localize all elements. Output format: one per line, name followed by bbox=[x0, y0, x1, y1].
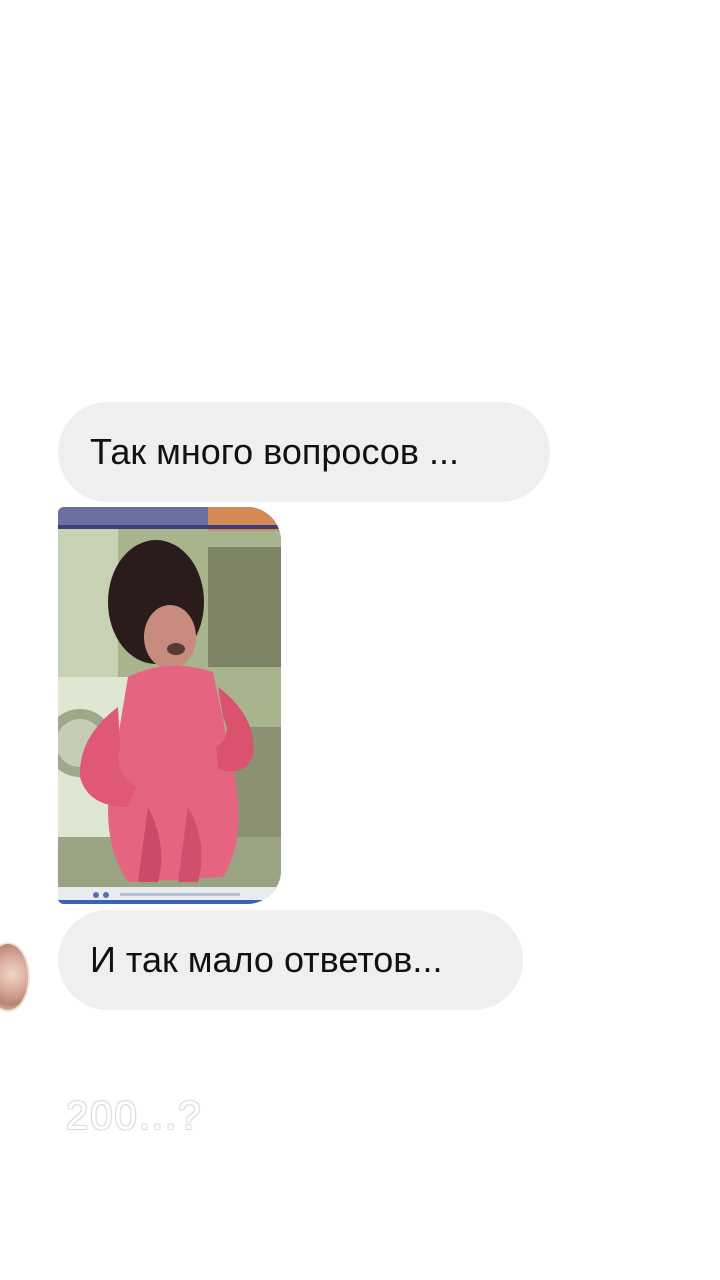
photo-image bbox=[58, 507, 281, 904]
photo-message[interactable] bbox=[58, 507, 281, 904]
message-bubble[interactable]: И так мало ответов... bbox=[58, 910, 523, 1010]
overlay-caption: 200...? bbox=[66, 1094, 203, 1138]
sender-avatar[interactable] bbox=[0, 942, 30, 1012]
message-text: Так много вопросов ... bbox=[90, 431, 459, 472]
message-bubble[interactable]: Так много вопросов ... bbox=[58, 402, 550, 502]
chat-thread: Так много вопросов ... И так мало ответо… bbox=[0, 0, 720, 1280]
message-text: И так мало ответов... bbox=[90, 939, 443, 980]
